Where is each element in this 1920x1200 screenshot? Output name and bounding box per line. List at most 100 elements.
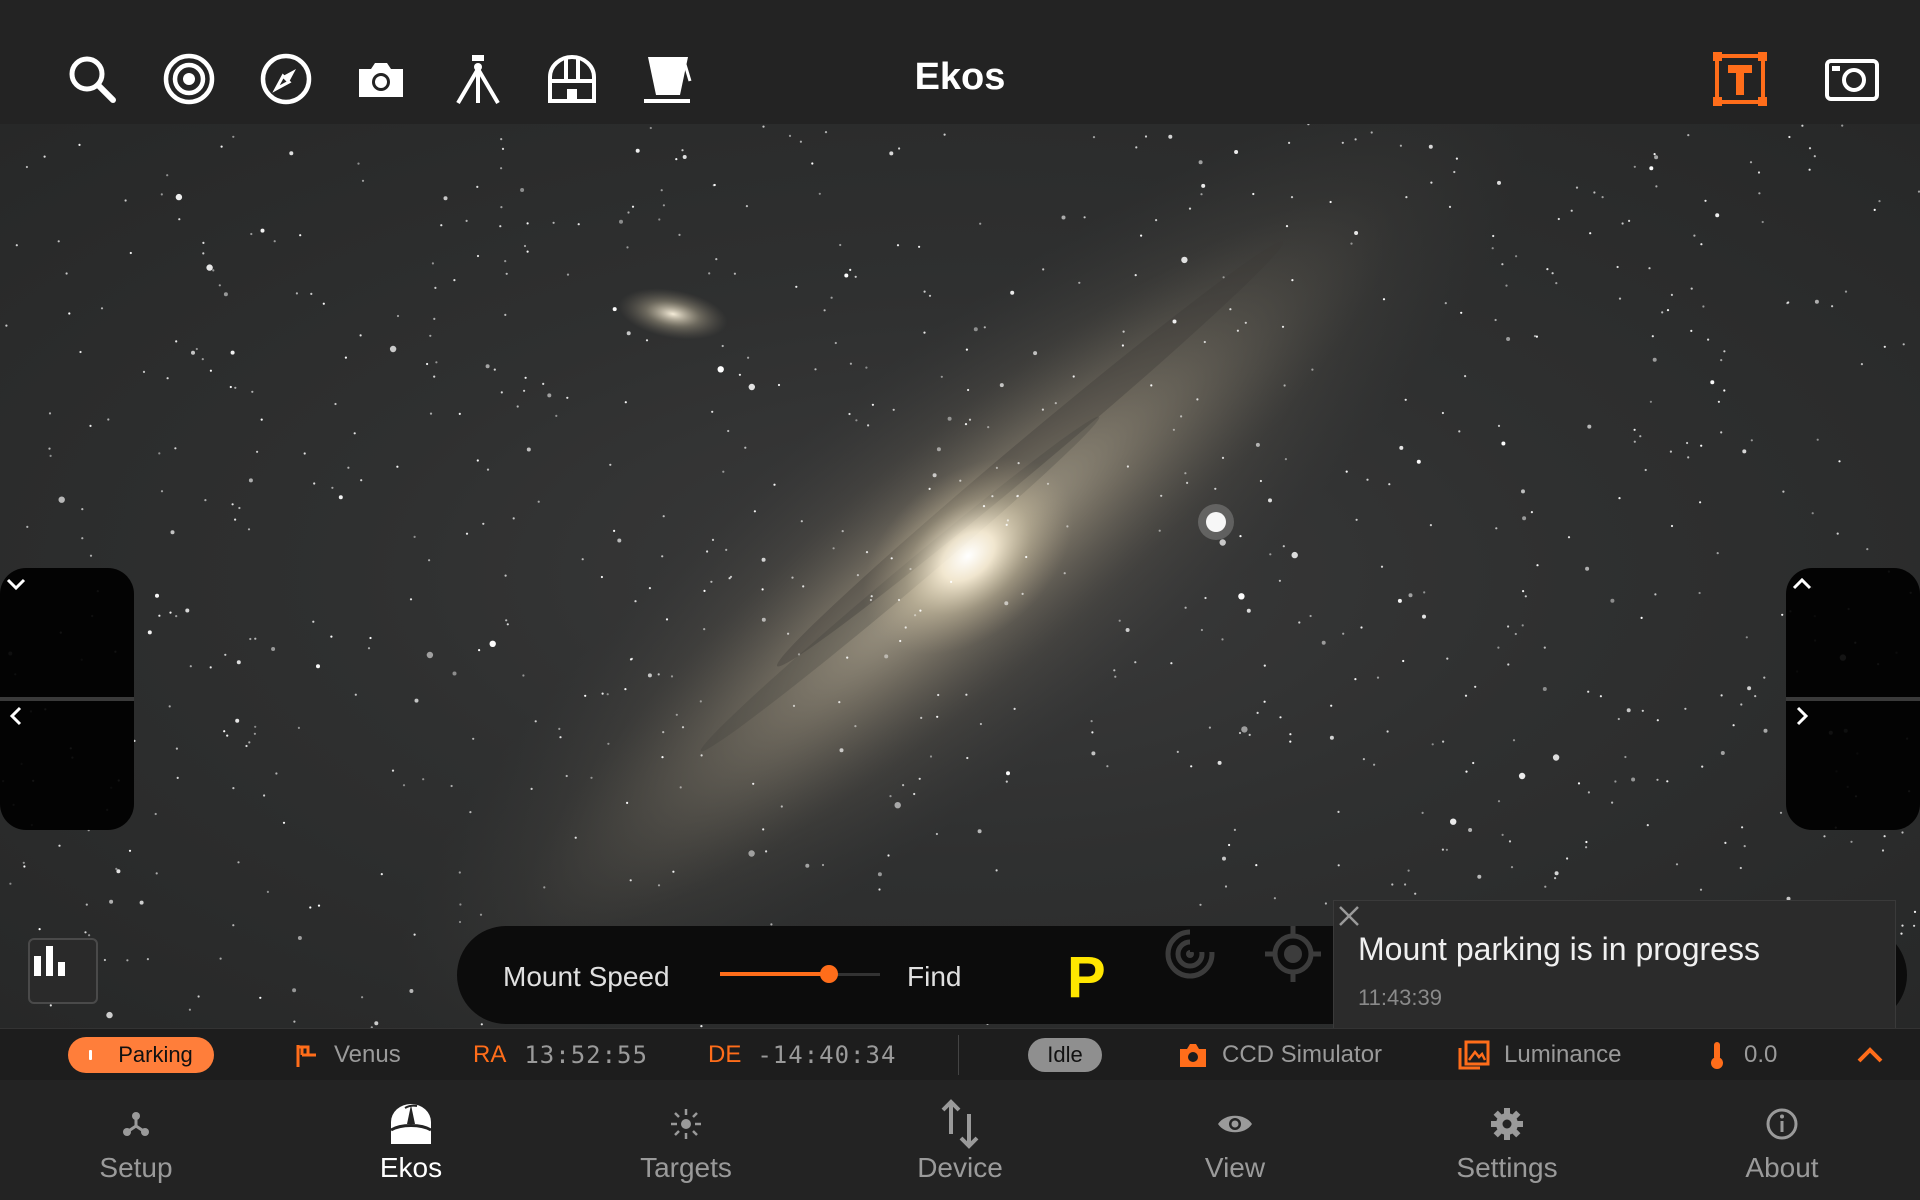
tripod-icon[interactable] [446,47,510,111]
star [512,517,515,520]
nav-item-device[interactable]: Device [870,1080,1050,1200]
star [964,423,968,426]
expand-status-icon[interactable] [1854,1039,1886,1071]
star [787,632,790,635]
star [204,499,207,502]
star [711,538,715,541]
star [635,148,640,153]
star [139,900,144,905]
star [1599,695,1602,698]
star [834,341,837,345]
star [601,692,604,695]
star [1860,363,1863,366]
star [212,269,215,272]
star [160,193,163,196]
star [1813,155,1816,158]
star [1506,337,1511,341]
star [928,294,932,297]
star [788,134,792,137]
star [1514,632,1517,636]
previous-button[interactable] [0,700,134,830]
star [504,574,507,577]
star [1046,482,1050,485]
star [672,870,675,873]
close-icon[interactable] [1334,901,1364,931]
star [675,713,678,716]
star [1850,840,1853,843]
nav-item-about[interactable]: About [1692,1080,1872,1200]
target-icon[interactable] [157,47,221,111]
chevron-up-icon [1792,577,1812,590]
star [1180,415,1183,418]
star [1575,186,1579,189]
star [185,608,190,613]
star [1530,511,1533,514]
star [1750,439,1753,442]
nav-item-ekos[interactable]: Ekos [321,1080,501,1200]
sky-image-view[interactable]: Mount Speed Find P Mount parking is in p… [0,124,1920,1028]
star [661,555,664,558]
star [973,327,978,332]
star [1720,359,1723,362]
star [1555,282,1558,285]
star [792,704,796,708]
star [999,383,1004,388]
star [1066,525,1069,528]
next-button[interactable] [1786,700,1920,830]
star [892,408,895,411]
crosshair-icon[interactable] [1265,926,1321,982]
star [1446,657,1449,660]
target-indicator[interactable]: Venus [292,1029,401,1081]
focus-in-button[interactable] [0,568,134,698]
nav-item-targets[interactable]: Targets [596,1080,776,1200]
star [1217,760,1222,765]
focus-out-button[interactable] [1786,568,1920,698]
camera-icon[interactable] [349,47,413,111]
star [1754,695,1757,698]
star [526,222,529,225]
observatory-icon[interactable] [540,47,604,111]
park-button[interactable]: P [1067,944,1106,1011]
star [1399,445,1404,450]
star [761,557,766,562]
star [523,244,527,248]
star [1021,592,1024,595]
compass-icon[interactable] [254,47,318,111]
star [679,786,682,789]
star [480,1023,483,1026]
slider-knob[interactable] [819,965,838,983]
tracking-icon[interactable] [1162,926,1218,982]
nav-item-view[interactable]: View [1145,1080,1325,1200]
star [1666,780,1669,783]
target-frame-icon[interactable] [1708,47,1772,111]
star [1200,628,1203,632]
histogram-button[interactable] [28,938,98,1004]
star [1263,664,1266,667]
star [1188,207,1192,210]
filter-indicator[interactable]: Luminance [1458,1029,1621,1081]
screenshot-icon[interactable] [1820,47,1884,111]
star [773,483,776,486]
star [147,630,152,635]
mount-speed-slider[interactable] [720,965,880,983]
nav-item-setup[interactable]: Setup [46,1080,226,1200]
star [1321,640,1326,645]
star [1337,810,1340,814]
search-icon[interactable] [60,47,124,111]
star [1255,442,1260,447]
star [347,466,350,469]
star [354,693,357,696]
star [1278,579,1281,582]
star [708,272,711,275]
star [1004,601,1009,606]
star [250,232,253,236]
star [1121,344,1124,347]
flat-panel-icon[interactable] [636,47,700,111]
camera-indicator[interactable]: CCD Simulator [1178,1029,1382,1081]
nav-item-settings[interactable]: Settings [1417,1080,1597,1200]
star [1902,343,1905,346]
star [1324,902,1327,905]
star [129,251,132,255]
star [1263,700,1266,703]
filter-name: Luminance [1504,1041,1622,1068]
